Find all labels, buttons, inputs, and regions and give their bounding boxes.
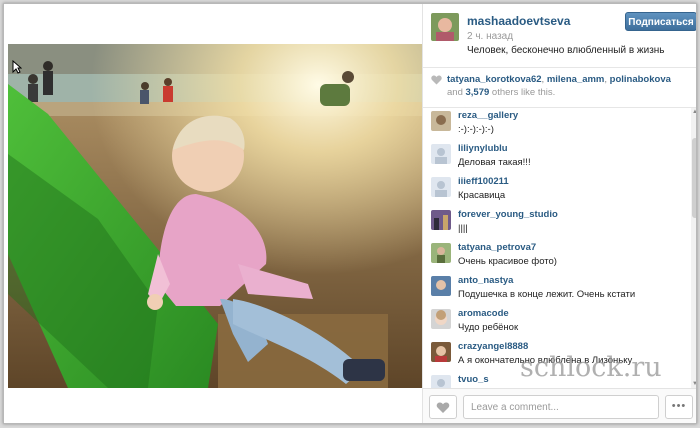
commenter-username[interactable]: liliynylublu — [458, 143, 508, 154]
post-caption: Человек, бесконечно влюбленный в жизнь — [467, 45, 665, 56]
commenter-username[interactable]: iiieff100211 — [458, 176, 509, 187]
comment-item: iiieff100211 Красавица — [423, 174, 691, 207]
default-avatar-image — [431, 177, 451, 197]
avatar-image — [431, 342, 451, 362]
comment-item: tatyana_petrova7 Очень красивое фото) — [423, 240, 691, 273]
default-avatar-image — [431, 375, 451, 388]
comment-text: Чудо ребёнок — [458, 322, 519, 333]
post-header: mashaadoevtseva 2 ч. назад Человек, беск… — [423, 4, 696, 68]
liker-link-1[interactable]: tatyana_korotkova62 — [447, 74, 542, 85]
owner-avatar[interactable] — [431, 13, 459, 41]
mouse-cursor-icon — [12, 60, 22, 74]
photo-illustration — [8, 44, 422, 388]
commenter-username[interactable]: reza__gallery — [458, 110, 518, 121]
commenter-username[interactable]: tatyana_petrova7 — [458, 242, 536, 253]
comment-text: :-):-):-):-) — [458, 124, 494, 135]
avatar-image — [431, 243, 451, 263]
commenter-avatar[interactable] — [431, 210, 451, 230]
liker-link-3[interactable]: polinabokova — [610, 74, 671, 85]
likes-and-label: and — [447, 87, 463, 98]
comment-text: Подушечка в конце лежит. Очень кстати — [458, 289, 636, 300]
post-photo[interactable] — [8, 44, 422, 388]
commenter-avatar[interactable] — [431, 375, 451, 388]
default-avatar-image — [431, 144, 451, 164]
commenter-username[interactable]: aromacode — [458, 308, 509, 319]
commenter-avatar[interactable] — [431, 144, 451, 164]
likes-summary: tatyana_korotkova62, milena_amm, polinab… — [423, 68, 696, 108]
scroll-thumb[interactable] — [692, 138, 696, 218]
avatar-image — [431, 309, 451, 329]
likes-count[interactable]: 3,579 — [466, 87, 490, 98]
avatar-image — [431, 13, 459, 41]
comment-composer: ••• — [423, 388, 696, 423]
commenter-avatar[interactable] — [431, 309, 451, 329]
post-timestamp[interactable]: 2 ч. назад — [467, 31, 513, 42]
comments-scrollbar[interactable]: ▲ ▼ — [691, 108, 696, 388]
comment-item: aromacode Чудо ребёнок — [423, 306, 691, 339]
comment-item: reza__gallery :-):-):-):-) — [423, 108, 691, 141]
avatar-image — [431, 210, 451, 230]
comment-item: anto_nastya Подушечка в конце лежит. Оче… — [423, 273, 691, 306]
avatar-image — [431, 111, 451, 131]
commenter-username[interactable]: anto_nastya — [458, 275, 513, 286]
commenter-username[interactable]: forever_young_studio — [458, 209, 558, 220]
avatar-image — [431, 276, 451, 296]
commenter-username[interactable]: crazyangel8888 — [458, 341, 528, 352]
liker-link-2[interactable]: milena_amm — [547, 74, 605, 85]
likes-others: and 3,579 others like this. — [447, 87, 555, 98]
comments-list[interactable]: reza__gallery :-):-):-):-) liliynylublu … — [423, 108, 691, 388]
watermark: schlock.ru — [520, 352, 662, 383]
scroll-down-arrow-icon[interactable]: ▼ — [691, 380, 696, 388]
comment-text: Красавица — [458, 190, 506, 201]
comment-text: Очень красивое фото) — [458, 256, 557, 267]
heart-icon — [431, 75, 442, 85]
scroll-up-arrow-icon[interactable]: ▲ — [691, 108, 696, 116]
commenter-avatar[interactable] — [431, 342, 451, 362]
likes-others-label: others like this. — [491, 87, 556, 98]
more-options-button[interactable]: ••• — [665, 395, 693, 419]
commenter-avatar[interactable] — [431, 111, 451, 131]
heart-icon — [436, 402, 450, 413]
commenter-username[interactable]: tvuo_s — [458, 374, 489, 385]
comment-input[interactable] — [463, 395, 659, 419]
like-button[interactable] — [429, 395, 457, 419]
comment-text: Деловая такая!!! — [458, 157, 531, 168]
owner-username[interactable]: mashaadoevtseva — [467, 14, 570, 28]
commenter-avatar[interactable] — [431, 276, 451, 296]
comment-item: liliynylublu Деловая такая!!! — [423, 141, 691, 174]
commenter-avatar[interactable] — [431, 177, 451, 197]
likers-list: tatyana_korotkova62, milena_amm, polinab… — [447, 74, 671, 85]
comment-item: forever_young_studio |||| — [423, 207, 691, 240]
commenter-avatar[interactable] — [431, 243, 451, 263]
follow-button[interactable]: Подписаться — [625, 12, 696, 31]
comment-text: |||| — [458, 223, 468, 234]
